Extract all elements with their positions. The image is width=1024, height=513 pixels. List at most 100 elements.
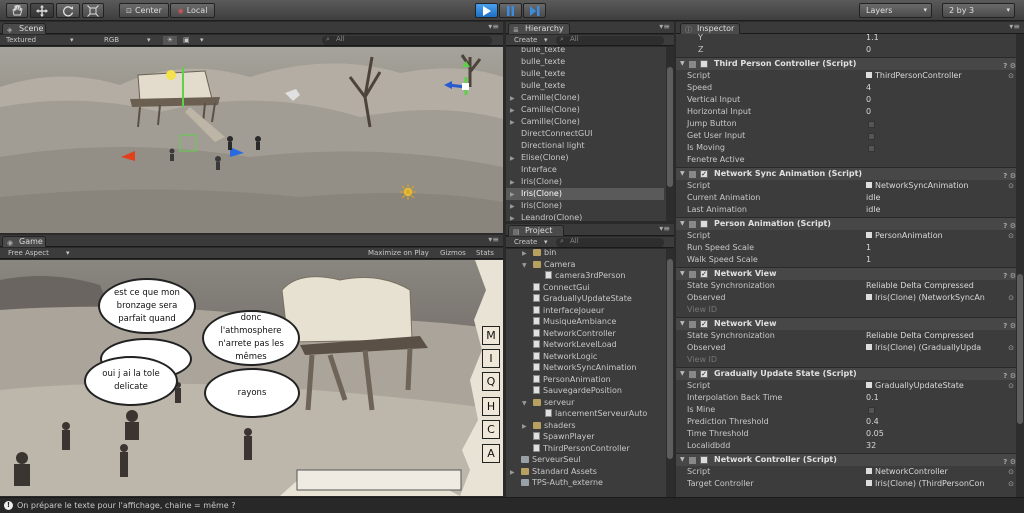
- component-enabled-checkbox[interactable]: ✓: [700, 370, 708, 378]
- play-button[interactable]: [475, 3, 498, 18]
- scrollbar-thumb[interactable]: [667, 67, 673, 187]
- hierarchy-item[interactable]: ▶ Iris(Clone): [506, 188, 664, 200]
- component-header[interactable]: ▼ ✓ Network Sync Animation (Script)? ⚙: [676, 167, 1024, 180]
- fold-arrow-icon[interactable]: ▼: [680, 58, 685, 70]
- property-value-field[interactable]: idle: [866, 192, 880, 204]
- project-create-button[interactable]: Create: [514, 238, 537, 246]
- hierarchy-item[interactable]: bulle_texte: [506, 80, 664, 92]
- property-value-field[interactable]: Reliable Delta Compressed: [866, 280, 974, 292]
- hierarchy-item[interactable]: ▶ Elise(Clone): [506, 152, 664, 164]
- panel-menu-icon[interactable]: ▾≡: [659, 22, 670, 31]
- component-enabled-checkbox[interactable]: [700, 60, 708, 68]
- expand-arrow-icon[interactable]: ▶: [510, 213, 518, 221]
- fold-arrow-icon[interactable]: ▼: [680, 268, 685, 280]
- property-value-field[interactable]: idle: [866, 204, 880, 216]
- object-picker-icon[interactable]: ⊙: [1008, 70, 1014, 82]
- pause-button[interactable]: [499, 3, 522, 18]
- property-value-field[interactable]: 1: [866, 254, 871, 266]
- project-item[interactable]: camera3rdPerson: [506, 270, 664, 282]
- fold-arrow-icon[interactable]: ▼: [680, 368, 685, 380]
- gizmos-toggle[interactable]: Gizmos: [440, 249, 466, 257]
- object-reference-field[interactable]: ThirdPersonController: [866, 70, 962, 82]
- property-value-field[interactable]: 4: [866, 82, 871, 94]
- property-value-field[interactable]: 0.1: [866, 392, 879, 404]
- project-item[interactable]: ▶ bin: [506, 249, 664, 259]
- layout-dropdown[interactable]: 2 by 3 ▾: [942, 3, 1015, 18]
- pivot-center-button[interactable]: ⊡ Center: [119, 3, 169, 18]
- hierarchy-scrollbar[interactable]: [666, 47, 674, 221]
- property-checkbox[interactable]: [868, 133, 875, 140]
- property-checkbox[interactable]: [868, 145, 875, 152]
- project-item[interactable]: MusiqueAmbiance: [506, 316, 664, 328]
- effects-dropdown-arrow-icon[interactable]: ▾: [200, 36, 204, 44]
- layers-dropdown[interactable]: Layers ▾: [859, 3, 932, 18]
- property-checkbox[interactable]: [868, 121, 875, 128]
- component-header[interactable]: ▼ ✓ Gradually Update State (Script)? ⚙: [676, 367, 1024, 380]
- component-header[interactable]: ▼ Network Controller (Script)? ⚙: [676, 453, 1024, 466]
- move-tool-button[interactable]: [30, 3, 54, 18]
- lighting-toggle-icon[interactable]: ☀: [163, 36, 177, 45]
- aspect-dropdown[interactable]: Free Aspect: [8, 249, 49, 257]
- stats-toggle[interactable]: Stats: [476, 249, 494, 257]
- panel-menu-icon[interactable]: ▾≡: [488, 22, 499, 31]
- object-reference-field[interactable]: NetworkController: [866, 466, 948, 478]
- object-picker-icon[interactable]: ⊙: [1008, 292, 1014, 304]
- scrollbar-thumb[interactable]: [1017, 274, 1023, 424]
- hierarchy-item[interactable]: ▶ Leandro(Clone): [506, 212, 664, 221]
- project-item[interactable]: ConnectGui: [506, 282, 664, 294]
- project-scrollbar[interactable]: [666, 249, 674, 497]
- object-reference-field[interactable]: GraduallyUpdateState: [866, 380, 964, 392]
- property-value-field[interactable]: 32: [866, 440, 876, 452]
- component-header[interactable]: ▼ ✓ Network View? ⚙: [676, 267, 1024, 280]
- scrollbar-thumb[interactable]: [667, 259, 673, 459]
- project-item[interactable]: SpawnPlayer: [506, 431, 664, 443]
- render-mode-dropdown[interactable]: RGB: [104, 36, 119, 44]
- panel-menu-icon[interactable]: ▾≡: [659, 224, 670, 233]
- hierarchy-item[interactable]: DirectConnectGUI: [506, 128, 664, 140]
- hierarchy-item[interactable]: Directional light: [506, 140, 664, 152]
- object-reference-field[interactable]: Iris(Clone) (ThirdPersonCon: [866, 478, 984, 490]
- property-checkbox[interactable]: [868, 407, 875, 414]
- project-search-input[interactable]: ⌕ All: [556, 237, 664, 247]
- hierarchy-item[interactable]: ▶ Camille(Clone): [506, 116, 664, 128]
- project-item[interactable]: interfaceJoueur: [506, 305, 664, 317]
- draw-mode-dropdown[interactable]: Textured: [6, 36, 36, 44]
- object-picker-icon[interactable]: ⊙: [1008, 478, 1014, 490]
- property-value-field[interactable]: Reliable Delta Compressed: [866, 330, 974, 342]
- hierarchy-item[interactable]: ▶ Iris(Clone): [506, 176, 664, 188]
- hierarchy-item[interactable]: bulle_texte: [506, 68, 664, 80]
- component-enabled-checkbox[interactable]: ✓: [700, 170, 708, 178]
- tab-hierarchy[interactable]: ≣ Hierarchy: [508, 23, 570, 34]
- fold-arrow-icon[interactable]: ▼: [680, 318, 685, 330]
- fold-arrow-icon[interactable]: ▼: [680, 454, 685, 466]
- tab-project[interactable]: ▤ Project: [508, 225, 564, 236]
- hierarchy-item[interactable]: bulle_texte: [506, 56, 664, 68]
- object-picker-icon[interactable]: ⊙: [1008, 380, 1014, 392]
- scene-search-input[interactable]: ⌕ All: [322, 35, 492, 45]
- object-picker-icon[interactable]: ⊙: [1008, 230, 1014, 242]
- hierarchy-item[interactable]: ▶ Camille(Clone): [506, 104, 664, 116]
- inspector-scrollbar[interactable]: [1016, 34, 1024, 497]
- image-toggle-icon[interactable]: ▣: [183, 36, 190, 44]
- hierarchy-item[interactable]: Interface: [506, 164, 664, 176]
- hand-tool-button[interactable]: [6, 3, 28, 18]
- project-item[interactable]: ServeurSeul: [506, 454, 664, 466]
- component-enabled-checkbox[interactable]: ✓: [700, 320, 708, 328]
- panel-menu-icon[interactable]: ▾≡: [488, 235, 499, 244]
- game-viewport[interactable]: est ce que mon bronzage sera parfait qua…: [0, 260, 503, 496]
- object-reference-field[interactable]: PersonAnimation: [866, 230, 943, 242]
- project-item[interactable]: ▶ Standard Assets: [506, 466, 664, 478]
- project-item[interactable]: PersonAnimation: [506, 374, 664, 386]
- project-item[interactable]: ▼ Camera: [506, 259, 664, 271]
- component-header[interactable]: ▼ Third Person Controller (Script)? ⚙: [676, 57, 1024, 70]
- project-item[interactable]: GraduallyUpdateState: [506, 293, 664, 305]
- scale-tool-button[interactable]: [82, 3, 104, 18]
- project-item[interactable]: TPS-Auth_externe: [506, 477, 664, 489]
- tab-game[interactable]: ◉ Game: [2, 236, 46, 247]
- hierarchy-item[interactable]: ▶ Iris(Clone): [506, 200, 664, 212]
- project-item[interactable]: NetworkController: [506, 328, 664, 340]
- maximize-on-play-toggle[interactable]: Maximize on Play: [368, 249, 429, 257]
- tab-inspector[interactable]: ⓘ Inspector: [680, 23, 740, 34]
- fold-arrow-icon[interactable]: ▼: [680, 168, 685, 180]
- scene-viewport[interactable]: [0, 47, 503, 233]
